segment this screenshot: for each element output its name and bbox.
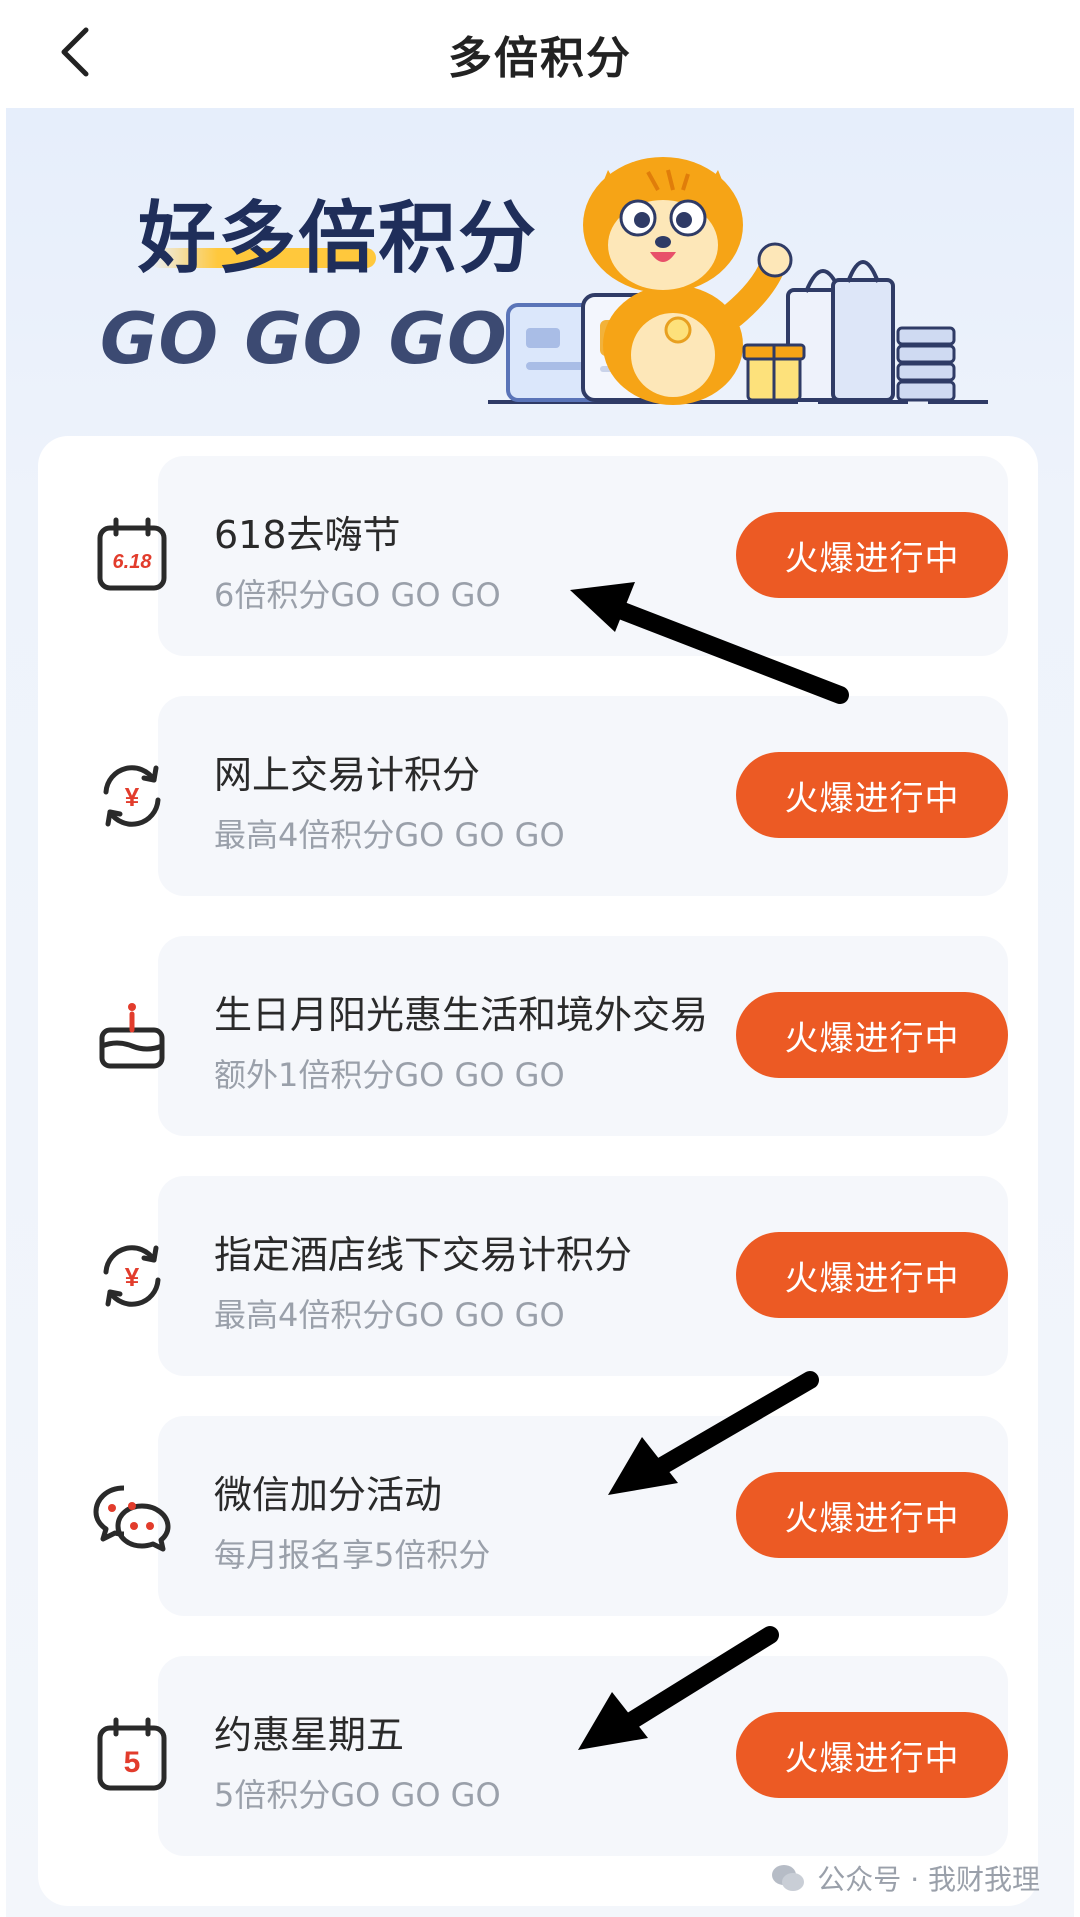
- item-title: 约惠星期五: [214, 1713, 405, 1757]
- status-button[interactable]: 火爆进行中: [736, 1232, 1008, 1318]
- item-subtitle: 最高4倍积分GO GO GO: [214, 1296, 565, 1334]
- list-item[interactable]: 生日月阳光惠生活和境外交易 额外1倍积分GO GO GO 火爆进行中: [38, 926, 1038, 1146]
- tiger-mascot-illustration: [488, 157, 988, 405]
- nav-bar: 多倍积分: [0, 0, 1080, 108]
- list-item[interactable]: ¥ 指定酒店线下交易计积分 最高4倍积分GO GO GO 火爆进行中: [38, 1166, 1038, 1386]
- list-item[interactable]: 5 约惠星期五 5倍积分GO GO GO 火爆进行中: [38, 1646, 1038, 1866]
- list-item[interactable]: ¥ 网上交易计积分 最高4倍积分GO GO GO 火爆进行中: [38, 686, 1038, 906]
- item-title: 生日月阳光惠生活和境外交易: [214, 993, 709, 1037]
- activity-list: 6.18 618去嗨节 6倍积分GO GO GO 火爆进行中 ¥ 网上交易计积分…: [38, 436, 1038, 1906]
- status-button[interactable]: 火爆进行中: [736, 1712, 1008, 1798]
- item-subtitle: 5倍积分GO GO GO: [214, 1776, 501, 1814]
- wechat-logo-icon: [772, 1865, 805, 1891]
- svg-text:¥: ¥: [125, 782, 140, 812]
- item-subtitle: 最高4倍积分GO GO GO: [214, 816, 565, 854]
- watermark-text: 公众号 · 我财我理: [817, 1863, 1040, 1896]
- item-subtitle: 每月报名享5倍积分: [214, 1536, 491, 1574]
- item-title: 618去嗨节: [214, 513, 401, 557]
- svg-text:5: 5: [124, 1746, 141, 1779]
- status-button[interactable]: 火爆进行中: [736, 1472, 1008, 1558]
- yuan-cycle-icon: ¥: [103, 765, 161, 827]
- hero-title: 好多倍积分: [138, 194, 539, 284]
- birthday-cake-icon: [99, 1003, 165, 1069]
- list-item[interactable]: 6.18 618去嗨节 6倍积分GO GO GO 火爆进行中: [38, 446, 1038, 666]
- watermark: 公众号 · 我财我理: [771, 1858, 1040, 1898]
- svg-text:6.18: 6.18: [113, 551, 153, 573]
- item-subtitle: 额外1倍积分GO GO GO: [214, 1056, 565, 1094]
- yuan-cycle-icon: ¥: [103, 1245, 161, 1307]
- item-title: 微信加分活动: [214, 1473, 443, 1517]
- wechat-chat-icon: [93, 1485, 171, 1552]
- item-title: 指定酒店线下交易计积分: [214, 1233, 633, 1277]
- list-item[interactable]: 微信加分活动 每月报名享5倍积分 火爆进行中: [38, 1406, 1038, 1626]
- hero-subtitle: GO GO GO: [100, 298, 508, 380]
- item-subtitle: 6倍积分GO GO GO: [214, 576, 501, 614]
- status-button[interactable]: 火爆进行中: [736, 752, 1008, 838]
- item-title: 网上交易计积分: [214, 753, 481, 797]
- status-button[interactable]: 火爆进行中: [736, 992, 1008, 1078]
- calendar-618-icon: 6.18: [97, 517, 167, 591]
- page-title: 多倍积分: [448, 33, 632, 84]
- status-button[interactable]: 火爆进行中: [736, 512, 1008, 598]
- svg-text:¥: ¥: [125, 1262, 140, 1292]
- calendar-5-icon: 5: [97, 1717, 167, 1791]
